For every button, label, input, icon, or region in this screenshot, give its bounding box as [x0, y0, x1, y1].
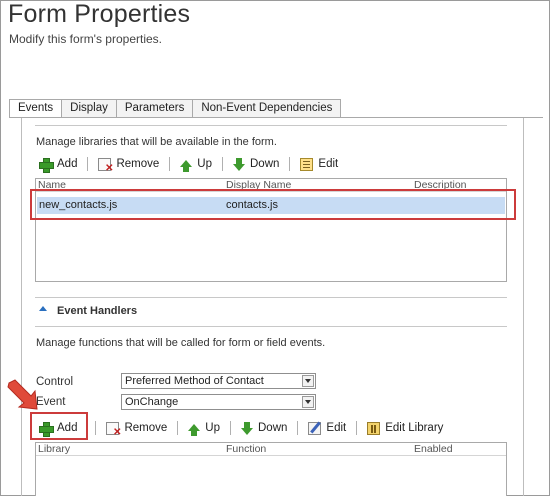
highlight-box — [30, 412, 88, 440]
handler-down-button[interactable]: Down — [237, 419, 291, 437]
control-label: Control — [36, 376, 74, 388]
handler-down-label: Down — [258, 422, 288, 434]
lib-down-label: Down — [250, 158, 280, 170]
toolbar-separator — [169, 157, 171, 171]
chevron-down-icon — [302, 396, 314, 408]
tab-non-event-dependencies[interactable]: Non-Event Dependencies — [193, 99, 342, 118]
lib-add-button[interactable]: Add — [35, 155, 81, 173]
event-select-value: OnChange — [125, 396, 179, 408]
lib-remove-label: Remove — [116, 158, 160, 170]
tab-bar: Events Display Parameters Non-Event Depe… — [9, 99, 342, 118]
handler-edit-button[interactable]: Edit — [304, 419, 350, 437]
toolbar-separator — [289, 157, 291, 171]
tab-events[interactable]: Events — [9, 99, 63, 118]
section-divider — [35, 297, 507, 298]
annotation-arrow-icon — [7, 379, 38, 410]
event-handlers-description: Manage functions that will be called for… — [36, 337, 326, 349]
toolbar-separator — [356, 421, 358, 435]
control-select-value: Preferred Method of Contact — [125, 375, 264, 387]
collapse-icon[interactable] — [39, 306, 47, 311]
lib-add-label: Add — [57, 158, 78, 170]
column-header-function[interactable]: Function — [226, 443, 266, 455]
lib-edit-label: Edit — [318, 158, 339, 170]
toolbar-separator — [222, 157, 223, 171]
handler-remove-label: Remove — [124, 422, 168, 434]
lib-edit-button[interactable]: Edit — [296, 155, 342, 173]
panel-top-divider — [35, 125, 507, 126]
toolbar-separator — [297, 421, 299, 435]
highlight-box — [30, 189, 516, 220]
lib-down-button[interactable]: Down — [229, 155, 283, 173]
toolbar-separator — [177, 421, 179, 435]
chevron-down-icon — [302, 375, 314, 387]
handler-edit-label: Edit — [326, 422, 347, 434]
toolbar-separator — [95, 421, 97, 435]
remove-icon — [106, 421, 121, 438]
dialog-frame: Form Properties Modify this form's prope… — [0, 0, 550, 496]
column-header-enabled[interactable]: Enabled — [414, 443, 453, 455]
toolbar-separator — [230, 421, 231, 435]
edit-icon — [300, 157, 314, 171]
toolbar-separator — [87, 157, 89, 171]
handlers-toolbar: Add Remove Up Down Edit Edit Library — [35, 419, 447, 438]
add-icon — [39, 157, 54, 173]
down-arrow-icon — [233, 157, 245, 171]
section-divider — [35, 326, 507, 327]
handlers-grid-header: Library Function Enabled — [36, 443, 506, 456]
page-subtitle: Modify this form's properties. — [9, 32, 163, 46]
libraries-description: Manage libraries that will be available … — [36, 136, 277, 148]
page-title: Form Properties — [8, 0, 191, 28]
down-arrow-icon — [241, 421, 253, 435]
libraries-toolbar: Add Remove Up Down Edit — [35, 155, 342, 174]
handler-up-button[interactable]: Up — [184, 419, 224, 437]
event-handlers-title: Event Handlers — [57, 305, 138, 317]
edit-library-button[interactable]: Edit Library — [363, 419, 447, 437]
edit-pencil-icon — [308, 421, 322, 435]
library-icon — [367, 421, 381, 435]
up-arrow-icon — [180, 159, 193, 172]
event-select[interactable]: OnChange — [121, 394, 316, 410]
lib-remove-button[interactable]: Remove — [94, 155, 163, 174]
edit-library-label: Edit Library — [385, 422, 444, 434]
column-header-library[interactable]: Library — [38, 443, 70, 455]
tab-display[interactable]: Display — [62, 99, 117, 118]
handlers-grid: Library Function Enabled — [35, 442, 507, 496]
handler-up-label: Up — [205, 422, 220, 434]
up-arrow-icon — [188, 423, 201, 436]
lib-up-label: Up — [197, 158, 212, 170]
lib-up-button[interactable]: Up — [176, 155, 216, 173]
control-select[interactable]: Preferred Method of Contact — [121, 373, 316, 389]
handler-remove-button[interactable]: Remove — [102, 419, 171, 438]
remove-icon — [98, 157, 113, 174]
tab-parameters[interactable]: Parameters — [116, 99, 194, 118]
